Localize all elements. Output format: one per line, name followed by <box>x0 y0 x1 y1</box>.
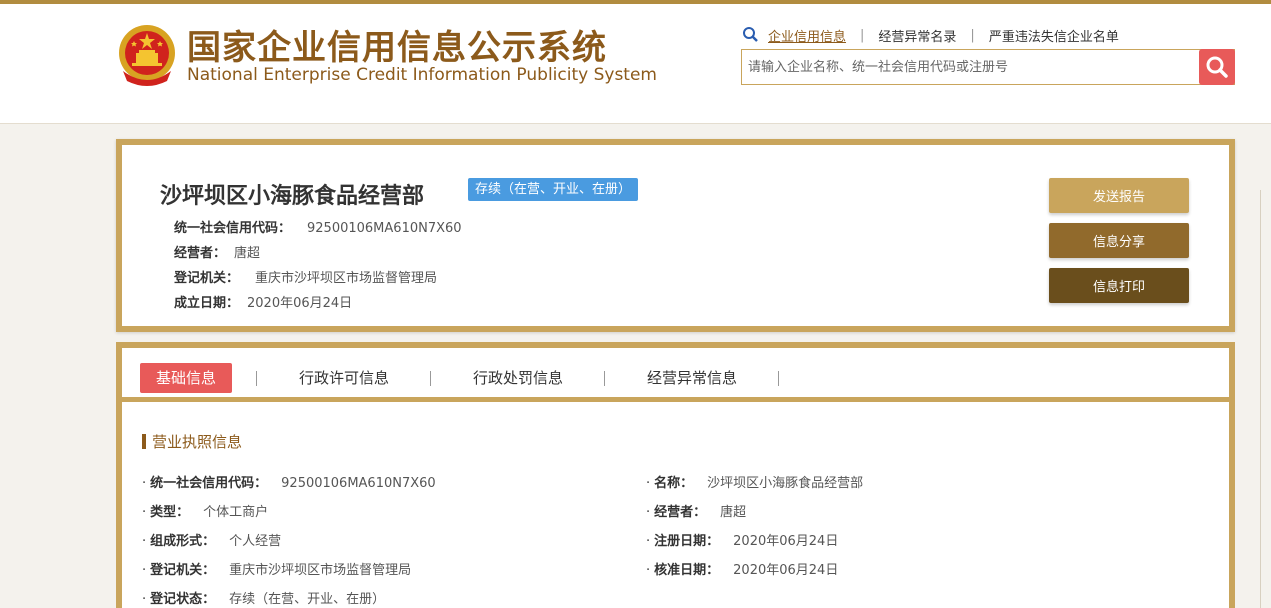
field-type: · 类型： 个体工商户 <box>142 505 269 520</box>
site-subtitle: National Enterprise Credit Information P… <box>187 65 657 85</box>
section-title: 营业执照信息 <box>142 431 242 452</box>
tab-separator <box>430 371 431 386</box>
section-marker <box>142 434 146 449</box>
top-nav: 企业信用信息 | 经营异常名录 | 严重违法失信企业名单 <box>742 25 1119 45</box>
nav-separator: | <box>970 27 975 43</box>
company-name: 沙坪坝区小海豚食品经营部 <box>160 184 425 209</box>
search-icon <box>743 27 758 42</box>
field-form: · 组成形式： 个人经营 <box>142 534 282 549</box>
nav-link-abnormal-list[interactable]: 经营异常名录 <box>878 26 956 45</box>
field-operator: · 经营者： 唐超 <box>646 505 747 520</box>
national-emblem-icon <box>119 25 175 86</box>
site-header: 国家企业信用信息公示系统 National Enterprise Credit … <box>0 4 1271 124</box>
site-title: 国家企业信用信息公示系统 <box>187 28 607 68</box>
divider <box>1260 190 1261 608</box>
tab-basic-info[interactable]: 基础信息 <box>140 363 233 393</box>
field-authority: · 登记机关： 重庆市沙坪坝区市场监督管理局 <box>142 563 412 578</box>
tab-abnormal-operation[interactable]: 经营异常信息 <box>647 363 737 393</box>
nav-link-credit-info[interactable]: 企业信用信息 <box>768 26 846 45</box>
details-card: 基础信息 行政许可信息 行政处罚信息 经营异常信息 营业执照信息 · 统一社会信用… <box>116 342 1235 608</box>
summary-established: 成立日期： 2020年06月24日 <box>174 296 353 311</box>
summary-operator: 经营者： 唐超 <box>174 246 261 261</box>
search-input[interactable] <box>742 50 1200 84</box>
search-box <box>741 49 1235 85</box>
print-info-button[interactable]: 信息打印 <box>1049 268 1189 303</box>
field-status: · 登记状态： 存续（在营、开业、在册） <box>142 592 386 607</box>
share-info-button[interactable]: 信息分享 <box>1049 223 1189 258</box>
tab-separator <box>256 371 257 386</box>
search-button[interactable] <box>1199 49 1235 85</box>
tab-bar: 基础信息 行政许可信息 行政处罚信息 经营异常信息 <box>122 348 1229 402</box>
summary-credit-code: 统一社会信用代码： 92500106MA610N7X60 <box>174 221 462 236</box>
summary-authority: 登记机关： 重庆市沙坪坝区市场监督管理局 <box>174 271 438 286</box>
field-registration-date: · 注册日期： 2020年06月24日 <box>646 534 839 549</box>
nav-link-blacklist[interactable]: 严重违法失信企业名单 <box>989 26 1119 45</box>
send-report-button[interactable]: 发送报告 <box>1049 178 1189 213</box>
field-name: · 名称： 沙坪坝区小海豚食品经营部 <box>646 476 864 491</box>
field-approval-date: · 核准日期： 2020年06月24日 <box>646 563 839 578</box>
tab-separator <box>604 371 605 386</box>
status-badge: 存续（在营、开业、在册） <box>468 178 639 201</box>
tab-separator <box>778 371 779 386</box>
tab-admin-penalty[interactable]: 行政处罚信息 <box>473 363 563 393</box>
tab-admin-license[interactable]: 行政许可信息 <box>299 363 389 393</box>
nav-separator: | <box>860 27 865 43</box>
search-icon <box>1206 56 1228 78</box>
field-credit-code: · 统一社会信用代码： 92500106MA610N7X60 <box>142 476 436 491</box>
company-summary-card: 沙坪坝区小海豚食品经营部 存续（在营、开业、在册） 统一社会信用代码： 92500… <box>116 139 1235 332</box>
